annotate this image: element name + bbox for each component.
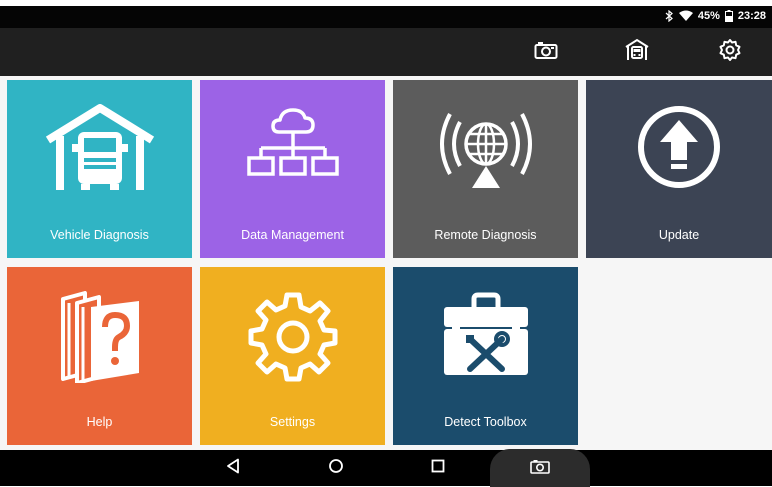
tile-vehicle-diagnosis[interactable]: Vehicle Diagnosis <box>7 80 192 258</box>
tile-remote-diagnosis[interactable]: Remote Diagnosis <box>393 80 578 258</box>
tile-detect-toolbox[interactable]: Detect Toolbox <box>393 267 578 445</box>
tile-label: Settings <box>269 415 316 429</box>
toolbox-icon <box>440 291 532 384</box>
cloud-network-icon <box>245 104 341 197</box>
screenshot-camera-button[interactable] <box>533 39 559 65</box>
home-button[interactable] <box>325 458 347 478</box>
top-toolbar <box>0 28 772 76</box>
settings-gear-icon <box>718 38 742 67</box>
back-button[interactable] <box>222 458 244 478</box>
battery-percent: 45% <box>697 10 720 22</box>
garage-vehicle-icon <box>624 38 650 67</box>
bluetooth-icon <box>665 10 674 22</box>
tile-label: Vehicle Diagnosis <box>50 228 149 242</box>
back-icon <box>226 458 240 479</box>
vehicle-garage-button[interactable] <box>624 38 650 67</box>
clock: 23:28 <box>737 10 766 22</box>
garage-truck-icon <box>44 104 156 197</box>
screenshot-camera-icon <box>530 458 550 479</box>
globe-broadcast-icon <box>436 104 536 197</box>
help-books-icon <box>55 291 145 388</box>
status-bar: 45% 23:28 <box>0 6 772 28</box>
tile-settings[interactable]: Settings <box>200 267 385 445</box>
wifi-icon <box>678 10 693 22</box>
tile-data-management[interactable]: Data Management <box>200 80 385 258</box>
tile-label: Help <box>86 415 113 429</box>
home-icon <box>328 458 344 479</box>
tile-help[interactable]: Help <box>7 267 192 445</box>
recents-button[interactable] <box>427 458 449 478</box>
navigation-bar <box>0 449 772 487</box>
status-indicators: 45% 23:28 <box>665 10 766 22</box>
camera-icon <box>534 40 558 65</box>
tile-update[interactable]: Update <box>586 80 772 258</box>
tile-label: Update <box>658 228 700 242</box>
tile-label: Detect Toolbox <box>444 415 527 429</box>
app-grid: Vehicle Diagnosis Data Management Remote… <box>0 76 772 450</box>
tile-label: Data Management <box>241 228 344 242</box>
gear-icon <box>247 291 339 388</box>
recents-icon <box>431 459 445 478</box>
tile-label: Remote Diagnosis <box>434 228 537 242</box>
tablet-screen: 45% 23:28 Vehicle Diagnosis Data Managem… <box>0 0 772 487</box>
upload-arrow-icon <box>636 104 722 195</box>
screenshot-nav-button[interactable] <box>490 449 590 487</box>
settings-button[interactable] <box>717 38 743 67</box>
battery-charging-icon <box>724 10 733 22</box>
